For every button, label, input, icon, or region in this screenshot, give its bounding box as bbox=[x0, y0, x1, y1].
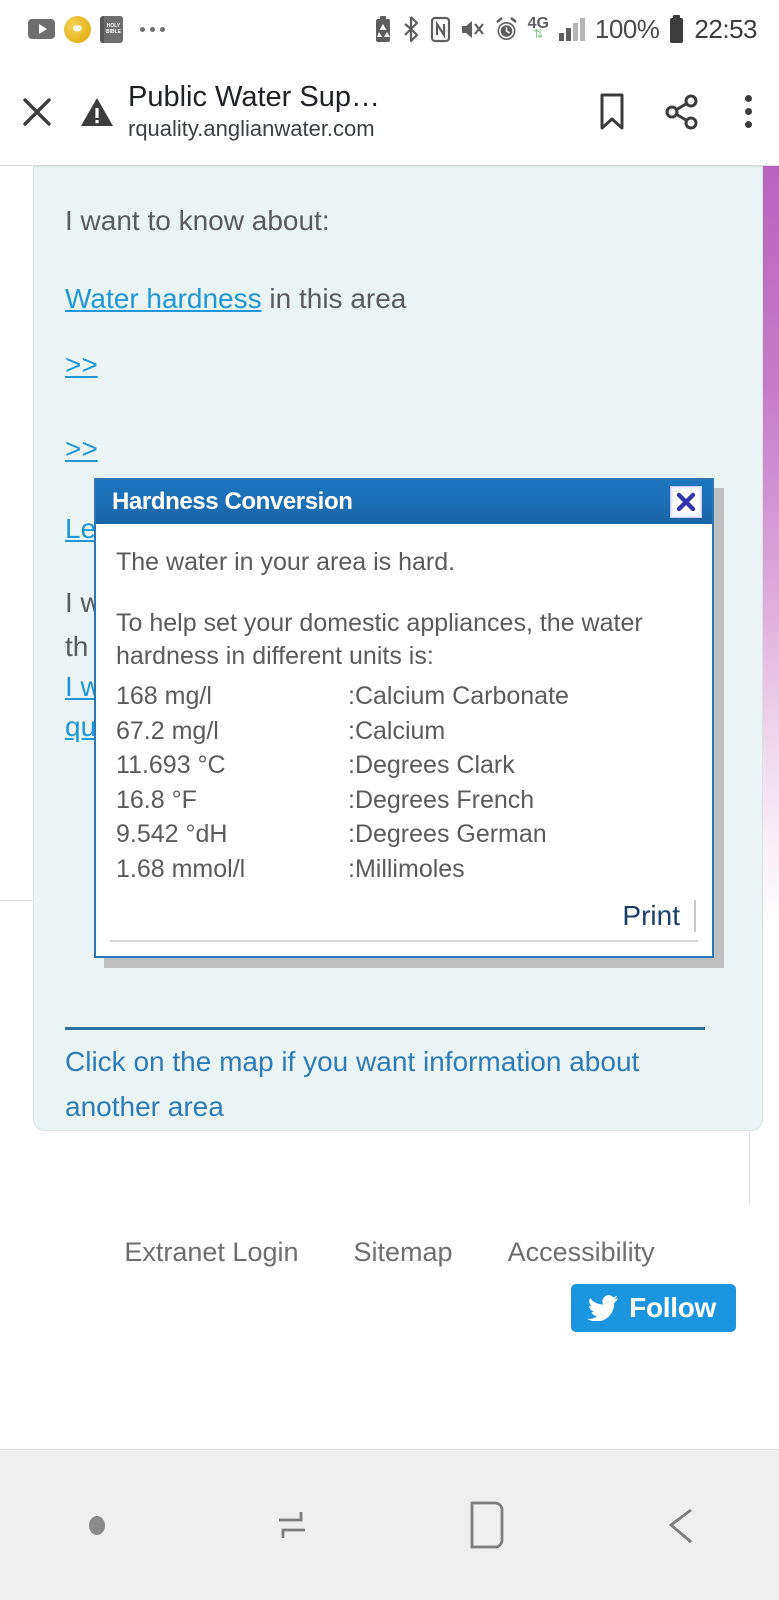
dialog-footer: Print bbox=[96, 900, 712, 956]
unit-value: 16.8 °F bbox=[116, 785, 197, 814]
unit-row: 16.8 °F :Degrees French bbox=[116, 783, 692, 818]
screen: ⚭ HOLY BIBLE 4G ⇅ 100% 22:53 Public Wate… bbox=[0, 0, 779, 1600]
battery-percent: 100% bbox=[594, 13, 660, 44]
map-info-line1: Click on the map if you want information… bbox=[65, 1046, 640, 1077]
battery-icon bbox=[668, 14, 685, 44]
more-notifications-icon bbox=[140, 26, 165, 32]
browser-toolbar: Public Water Sup… rquality.anglianwater.… bbox=[0, 58, 779, 166]
signal-bars-icon bbox=[558, 16, 586, 43]
page-title: Public Water Sup… bbox=[128, 80, 380, 113]
footer-links: Extranet Login Sitemap Accessibility bbox=[0, 1205, 779, 1268]
address-block[interactable]: Public Water Sup… rquality.anglianwater.… bbox=[120, 80, 577, 144]
intro-text: I want to know about: bbox=[65, 205, 330, 236]
battery-saver-icon bbox=[373, 15, 393, 43]
alarm-icon bbox=[494, 16, 519, 43]
hardness-conversion-dialog: Hardness Conversion The water in your ar… bbox=[94, 478, 714, 958]
twitter-follow-button[interactable]: Follow bbox=[571, 1284, 736, 1332]
back-icon[interactable] bbox=[584, 1502, 779, 1548]
map-info-line2: another area bbox=[65, 1091, 224, 1122]
system-icons: 4G ⇅ 100% 22:53 bbox=[373, 14, 779, 45]
app-gold-icon: ⚭ bbox=[64, 15, 91, 43]
status-bar: ⚭ HOLY BIBLE 4G ⇅ 100% 22:53 bbox=[0, 0, 779, 58]
recents-icon[interactable] bbox=[195, 1502, 390, 1548]
unit-row: 168 mg/l :Calcium Carbonate bbox=[116, 679, 692, 714]
close-icon[interactable] bbox=[670, 486, 702, 518]
hardness-statement: The water in your area is hard. bbox=[116, 548, 456, 576]
units-intro-line1: To help set your domestic appliances, th… bbox=[116, 609, 643, 637]
footer-link-extranet-login[interactable]: Extranet Login bbox=[124, 1237, 298, 1268]
notification-icons: ⚭ HOLY BIBLE bbox=[0, 15, 165, 43]
dialog-title-bar: Hardness Conversion bbox=[96, 480, 712, 524]
footer-link-sitemap[interactable]: Sitemap bbox=[354, 1237, 453, 1268]
page-url: rquality.anglianwater.com bbox=[128, 115, 375, 141]
obscured-link-2[interactable]: >> bbox=[65, 433, 762, 465]
obscured-link-1[interactable]: >> bbox=[65, 349, 762, 381]
bookmark-icon[interactable] bbox=[577, 92, 647, 132]
hardness-rest-text: in this area bbox=[261, 283, 407, 314]
overflow-menu-icon[interactable] bbox=[717, 95, 779, 128]
footer-rule bbox=[110, 940, 698, 942]
unit-row: 1.68 mmol/l :Millimoles bbox=[116, 852, 692, 887]
network-type-icon: 4G ⇅ bbox=[528, 16, 549, 41]
unit-label: :Degrees Clark bbox=[348, 751, 515, 779]
unit-value: 9.542 °dH bbox=[116, 820, 228, 848]
water-hardness-link[interactable]: Water hardness bbox=[65, 283, 262, 314]
warning-triangle-icon bbox=[74, 95, 120, 129]
share-icon[interactable] bbox=[647, 93, 717, 131]
print-button[interactable]: Print bbox=[622, 900, 680, 932]
data-arrows-icon: ⇅ bbox=[533, 27, 544, 41]
footer-link-accessibility[interactable]: Accessibility bbox=[508, 1237, 655, 1268]
android-nav-bar bbox=[0, 1449, 779, 1600]
unit-row: 11.693 °C :Degrees Clark bbox=[116, 748, 692, 783]
close-tab-button[interactable] bbox=[0, 92, 74, 132]
unit-label: :Calcium Carbonate bbox=[348, 682, 569, 710]
holy-bible-icon: HOLY BIBLE bbox=[100, 15, 123, 43]
mute-icon bbox=[460, 16, 485, 43]
hardness-line: Water hardness in this area bbox=[65, 279, 762, 319]
unit-value: 11.693 °C bbox=[116, 751, 226, 779]
unit-value: 1.68 mmol/l bbox=[116, 854, 246, 883]
unit-row: 9.542 °dH :Degrees German bbox=[116, 817, 692, 852]
twitter-bird-icon bbox=[587, 1295, 619, 1321]
youtube-icon bbox=[28, 19, 55, 39]
dot-indicator bbox=[0, 1515, 195, 1535]
site-footer: Extranet Login Sitemap Accessibility Fol… bbox=[0, 1205, 779, 1395]
unit-value: 168 mg/l bbox=[116, 682, 212, 710]
clock: 22:53 bbox=[694, 13, 757, 44]
divider bbox=[65, 1027, 705, 1030]
dialog-body: The water in your area is hard. To help … bbox=[96, 524, 712, 886]
unit-row: 67.2 mg/l :Calcium bbox=[116, 714, 692, 749]
bluetooth-icon bbox=[402, 15, 421, 43]
dialog-title: Hardness Conversion bbox=[112, 488, 353, 515]
twitter-follow-label: Follow bbox=[629, 1292, 716, 1323]
home-icon[interactable] bbox=[390, 1499, 585, 1551]
units-intro-line2: hardness in different units is: bbox=[116, 642, 434, 670]
unit-value: 67.2 mg/l bbox=[116, 716, 219, 745]
nfc-icon bbox=[430, 16, 451, 43]
map-info-link[interactable]: Click on the map if you want information… bbox=[65, 1039, 725, 1129]
unit-label: :Millimoles bbox=[348, 854, 465, 883]
unit-label: :Degrees French bbox=[348, 785, 535, 814]
footer-separator bbox=[694, 900, 696, 932]
unit-label: :Calcium bbox=[348, 716, 446, 745]
unit-label: :Degrees German bbox=[348, 820, 547, 848]
